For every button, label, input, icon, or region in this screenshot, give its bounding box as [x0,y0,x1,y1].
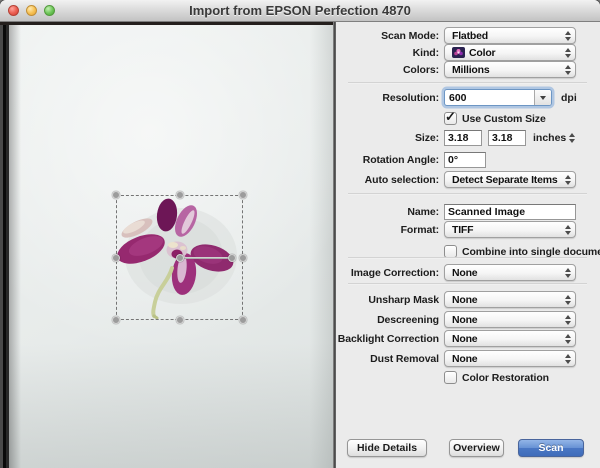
popup-stepper-icon [565,175,571,185]
rotation-line [179,257,232,259]
resolution-row: Resolution: dpi [336,89,577,106]
scan-button[interactable]: Scan [518,439,584,457]
format-label: Format: [336,224,444,236]
size-height-field[interactable] [488,130,526,146]
color-restoration-checkbox[interactable]: ✓ [444,371,457,384]
unsharp-mask-popup[interactable]: None [444,291,576,308]
combo-dropdown-button[interactable] [534,90,551,105]
unsharp-mask-row: Unsharp Mask None [336,291,576,308]
selection-handle-ne[interactable] [239,191,247,199]
popup-stepper-icon [565,315,571,325]
image-correction-label: Image Correction: [336,267,444,279]
rotation-angle-row: Rotation Angle: [336,151,486,168]
kind-label: Kind: [336,47,444,59]
popup-stepper-icon [565,65,571,75]
selection-handle-w[interactable] [112,254,120,262]
selection-handle-nw[interactable] [112,191,120,199]
dust-removal-label: Dust Removal [336,353,444,365]
colors-row: Colors: Millions [336,61,576,78]
separator [348,193,587,195]
backlight-correction-label: Backlight Correction [336,333,444,345]
descreening-popup[interactable]: None [444,311,576,328]
unsharp-mask-label: Unsharp Mask [336,294,444,306]
close-icon[interactable] [8,5,19,16]
scanner-edge-shadow [9,22,21,468]
colors-label: Colors: [336,64,444,76]
rotation-angle-label: Rotation Angle: [336,154,444,166]
auto-selection-popup[interactable]: Detect Separate Items [444,171,576,188]
size-unit-label: inches [533,132,566,144]
auto-selection-row: Auto selection: Detect Separate Items [336,171,576,188]
color-restoration-label: Color Restoration [462,372,549,384]
hide-details-button[interactable]: Hide Details [347,439,427,457]
color-swatch-icon [452,47,465,58]
image-correction-popup[interactable]: None [444,264,576,281]
dust-removal-popup[interactable]: None [444,350,576,367]
auto-selection-label: Auto selection: [336,174,444,186]
descreening-label: Descreening [336,314,444,326]
dpi-unit-label: dpi [561,92,577,104]
size-label: Size: [336,132,444,144]
popup-stepper-icon [565,334,571,344]
settings-panel: Scan Mode: Flatbed Kind: [336,22,600,468]
size-width-field[interactable] [444,130,482,146]
format-row: Format: TIFF [336,221,576,238]
resolution-label: Resolution: [336,92,444,104]
popup-stepper-icon [565,225,571,235]
scan-mode-row: Scan Mode: Flatbed [336,27,576,44]
separator [348,82,587,84]
selection-handle-sw[interactable] [112,316,120,324]
popup-stepper-icon [565,295,571,305]
zoom-icon[interactable] [44,5,55,16]
popup-stepper-icon [565,31,571,41]
selection-handle-e[interactable] [239,254,247,262]
selection-marquee[interactable] [116,195,243,320]
scan-preview-area[interactable] [0,22,333,468]
title-bar[interactable]: Import from EPSON Perfection 4870 [0,0,600,22]
resolution-combo[interactable] [444,89,552,106]
format-popup[interactable]: TIFF [444,221,576,238]
check-icon: ✓ [445,109,456,125]
colors-popup[interactable]: Millions [444,61,576,78]
descreening-row: Descreening None [336,311,576,328]
resolution-input[interactable] [445,90,534,105]
popup-stepper-icon [565,48,571,58]
use-custom-size-label: Use Custom Size [462,113,546,125]
scan-mode-popup[interactable]: Flatbed [444,27,576,44]
name-row: Name: [336,203,576,220]
separator [348,283,587,285]
window-title: Import from EPSON Perfection 4870 [0,0,600,21]
overview-button[interactable]: Overview [449,439,504,457]
kind-row: Kind: Color [336,44,576,61]
unit-stepper-icon[interactable] [569,133,575,143]
minimize-icon[interactable] [26,5,37,16]
selection-handle-n[interactable] [176,191,184,199]
backlight-correction-row: Backlight Correction None [336,330,576,347]
color-restoration-row: ✓ Color Restoration [444,369,549,386]
name-field[interactable] [444,204,576,220]
selection-handle-center[interactable] [176,254,184,262]
dust-removal-row: Dust Removal None [336,350,576,367]
popup-stepper-icon [565,354,571,364]
use-custom-size-row: ✓ Use Custom Size [444,110,546,127]
scan-mode-label: Scan Mode: [336,30,444,42]
rotation-angle-field[interactable] [444,152,486,168]
separator [348,257,587,259]
kind-popup[interactable]: Color [444,44,576,61]
dropdown-arrow-icon [540,96,546,100]
combine-label: Combine into single document [462,246,600,258]
selection-handle-s[interactable] [176,316,184,324]
popup-stepper-icon [565,268,571,278]
scanner-bed-left-edge [0,22,9,468]
use-custom-size-checkbox[interactable]: ✓ [444,112,457,125]
traffic-lights [8,5,55,16]
selection-handle-se[interactable] [239,316,247,324]
import-window: Import from EPSON Perfection 4870 [0,0,600,468]
selection-rotate-handle[interactable] [228,254,236,262]
size-row: Size: inches [336,129,575,146]
image-correction-row: Image Correction: None [336,264,576,281]
scanner-bed-top-edge [0,22,333,25]
name-label: Name: [336,206,444,218]
backlight-correction-popup[interactable]: None [444,330,576,347]
